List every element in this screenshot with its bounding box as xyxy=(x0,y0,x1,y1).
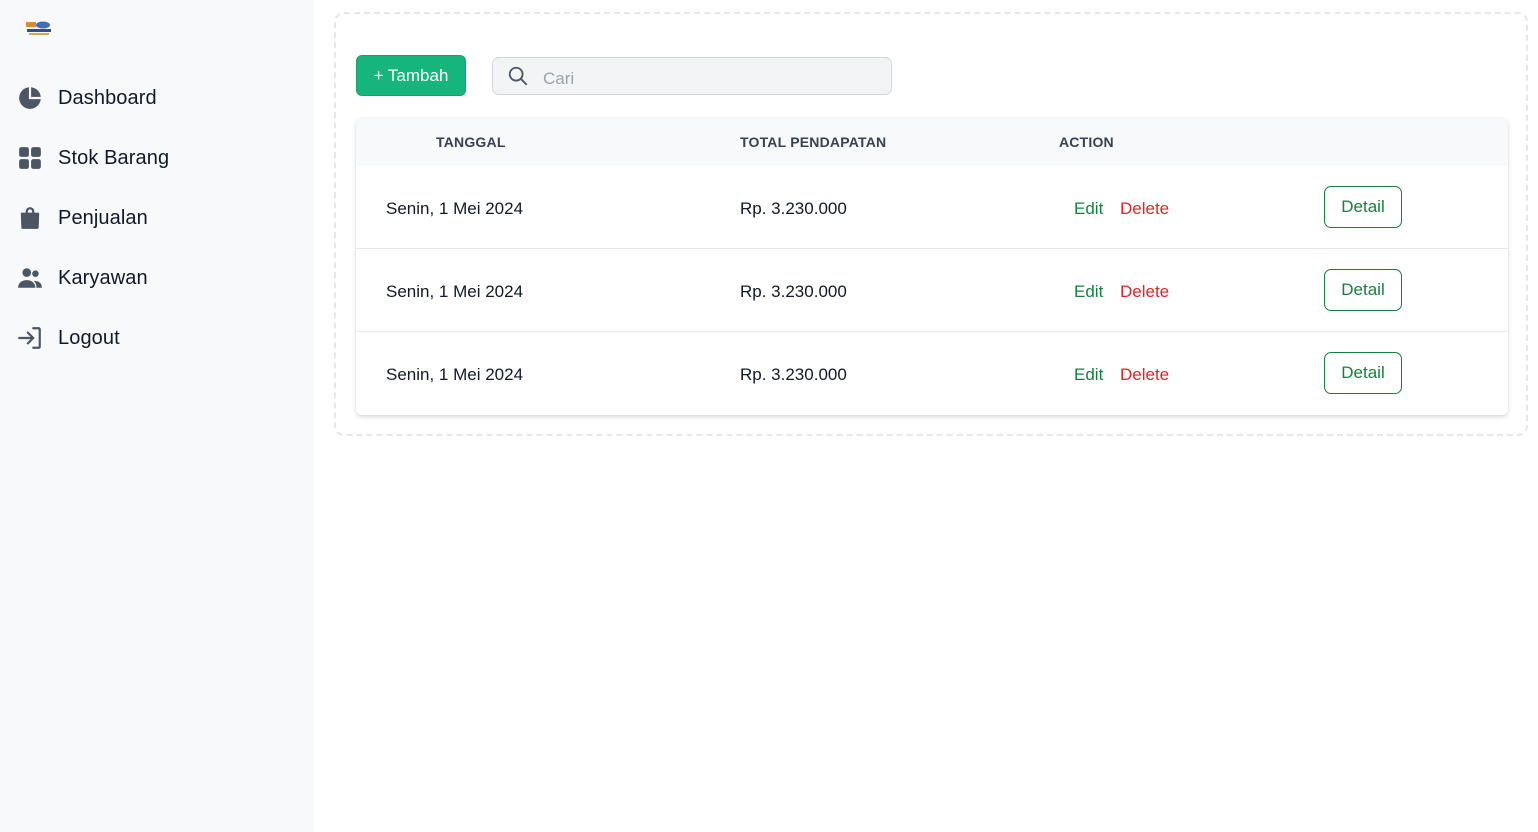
sidebar-item-label: Stok Barang xyxy=(58,146,170,169)
sidebar-item-label: Karyawan xyxy=(58,266,148,289)
column-header-tanggal: TANGGAL xyxy=(436,134,506,150)
cell-tanggal: Senin, 1 Mei 2024 xyxy=(386,365,524,384)
pie-chart-icon xyxy=(16,84,44,112)
sidebar-item-label: Penjualan xyxy=(58,206,148,229)
edit-link[interactable]: Edit xyxy=(1074,365,1103,385)
detail-button[interactable]: Detail xyxy=(1324,186,1402,228)
cell-total-pendapatan: Rp. 3.230.000 xyxy=(740,199,847,218)
delete-link[interactable]: Delete xyxy=(1120,282,1169,302)
income-table: TANGGAL TOTAL PENDAPATAN ACTION Senin, 1… xyxy=(356,118,1508,415)
edit-link[interactable]: Edit xyxy=(1074,199,1103,219)
logout-icon xyxy=(16,324,44,352)
search-box xyxy=(492,57,892,95)
sidebar-item-label: Dashboard xyxy=(58,86,157,109)
users-icon xyxy=(16,264,44,292)
sidebar-item-stok-barang[interactable]: Stok Barang xyxy=(16,128,296,188)
table-row: Senin, 1 Mei 2024 Rp. 3.230.000 Edit Del… xyxy=(356,249,1508,332)
edit-link[interactable]: Edit xyxy=(1074,282,1103,302)
table-row: Senin, 1 Mei 2024 Rp. 3.230.000 Edit Del… xyxy=(356,332,1508,415)
table-row: Senin, 1 Mei 2024 Rp. 3.230.000 Edit Del… xyxy=(356,166,1508,249)
table-header: TANGGAL TOTAL PENDAPATAN ACTION xyxy=(356,118,1508,166)
search-input[interactable] xyxy=(543,63,873,89)
sidebar-item-dashboard[interactable]: Dashboard xyxy=(16,68,296,128)
delete-link[interactable]: Delete xyxy=(1120,199,1169,219)
detail-button[interactable]: Detail xyxy=(1324,269,1402,311)
cell-total-pendapatan: Rp. 3.230.000 xyxy=(740,282,847,301)
sidebar-item-logout[interactable]: Logout xyxy=(16,308,296,368)
sidebar-item-label: Logout xyxy=(58,326,120,349)
shopping-bag-icon xyxy=(16,204,44,232)
brand-logo[interactable] xyxy=(26,20,52,38)
cell-total-pendapatan: Rp. 3.230.000 xyxy=(740,365,847,384)
add-button[interactable]: + Tambah xyxy=(356,55,466,96)
column-header-action: ACTION xyxy=(1059,134,1114,150)
sidebar-item-penjualan[interactable]: Penjualan xyxy=(16,188,296,248)
app-root: Dashboard Stok Barang Penjualan Karyawan xyxy=(0,0,1538,832)
column-header-total-pendapatan: TOTAL PENDAPATAN xyxy=(740,134,887,150)
sidebar-nav: Dashboard Stok Barang Penjualan Karyawan xyxy=(16,68,296,368)
detail-button[interactable]: Detail xyxy=(1324,352,1402,394)
search-icon xyxy=(507,65,529,87)
grid-icon xyxy=(16,144,44,172)
cell-tanggal: Senin, 1 Mei 2024 xyxy=(386,199,524,218)
main-content: + Tambah TANGGAL TOTAL PENDAPATAN ACTION… xyxy=(314,0,1538,832)
delete-link[interactable]: Delete xyxy=(1120,365,1169,385)
content-panel: + Tambah TANGGAL TOTAL PENDAPATAN ACTION… xyxy=(334,12,1528,436)
sidebar-item-karyawan[interactable]: Karyawan xyxy=(16,248,296,308)
cell-tanggal: Senin, 1 Mei 2024 xyxy=(386,282,524,301)
sidebar: Dashboard Stok Barang Penjualan Karyawan xyxy=(0,0,314,832)
